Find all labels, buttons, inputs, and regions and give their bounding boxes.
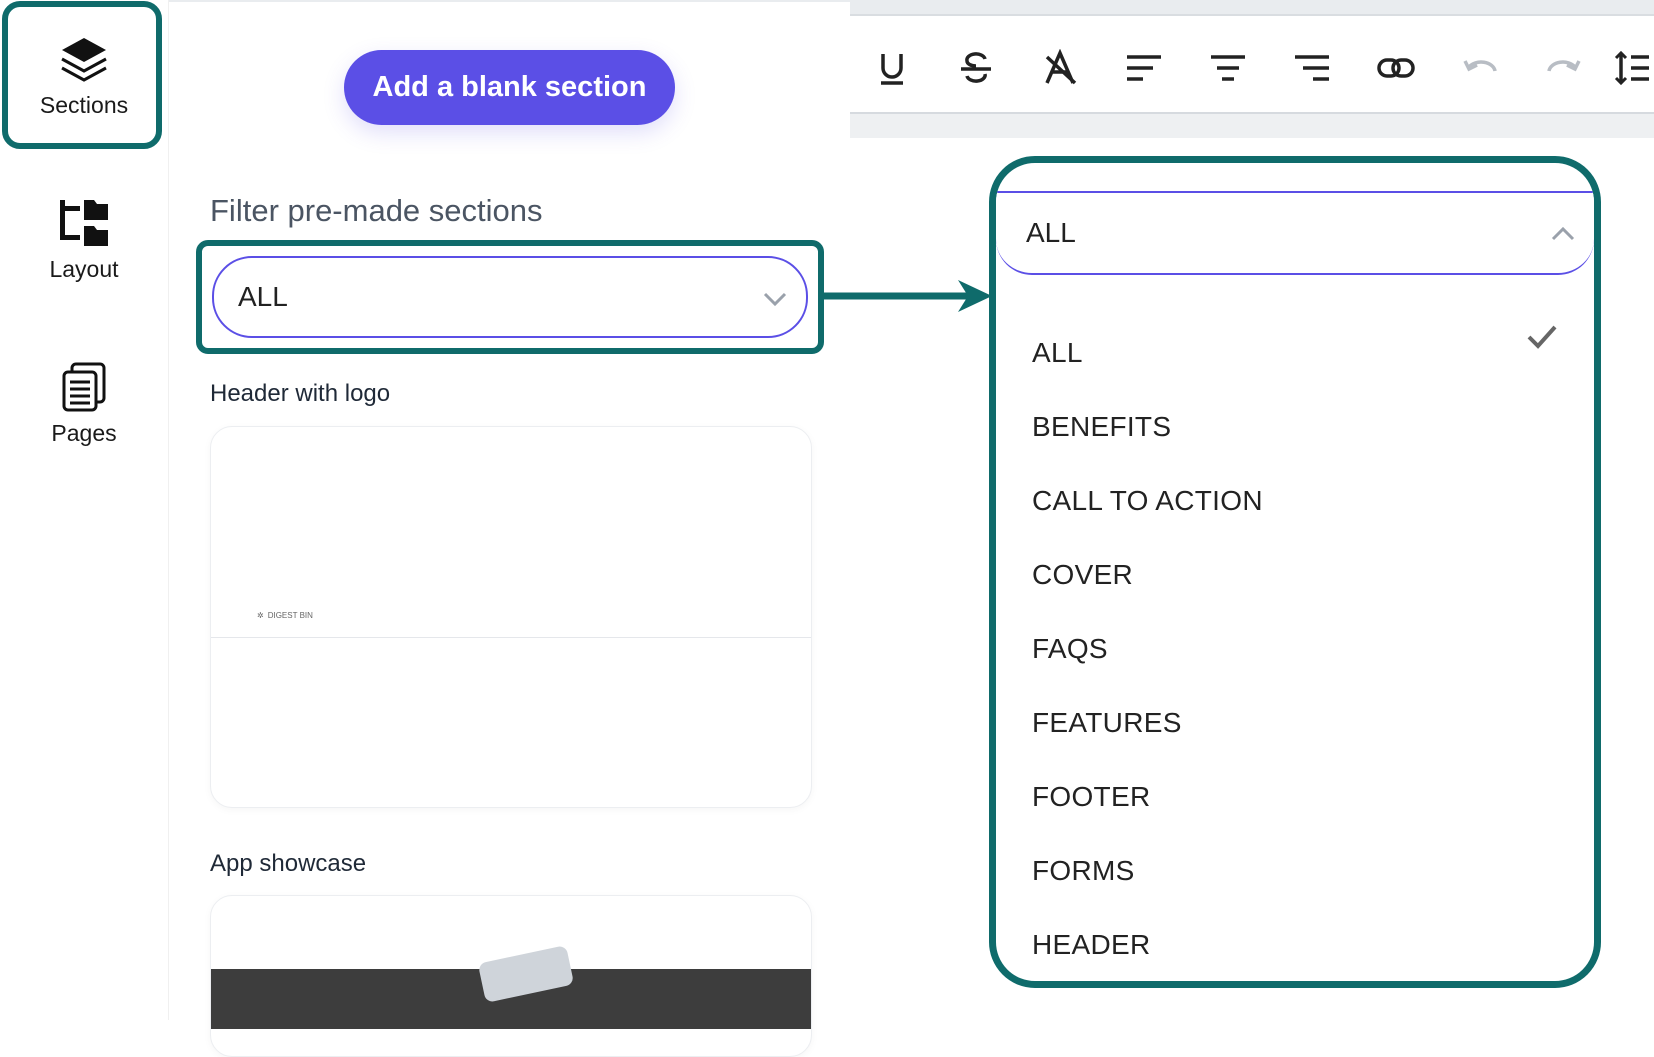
logo-text: DIGEST BIN [267,611,313,620]
divider [169,0,850,2]
strikethrough-button[interactable] [954,46,998,90]
undo-icon [1463,60,1497,72]
line-height-icon [1614,50,1649,86]
rail-item-layout[interactable]: Layout [0,170,168,310]
align-right-icon [1295,55,1329,81]
filter-select-value: ALL [1026,217,1076,248]
link-icon [1377,58,1415,78]
rail-item-label: Pages [51,419,117,446]
underline-button[interactable] [870,46,914,90]
rail-item-sections[interactable]: Sections [0,6,168,146]
checkmark-icon [1527,325,1557,349]
chevron-up-icon [1551,226,1575,241]
card-title: Header with logo [210,380,391,407]
format-toolbar [850,16,1654,112]
chevron-down-icon [763,292,787,307]
dropdown-option[interactable]: FORMS [1032,855,1135,887]
align-center-icon [1211,55,1245,81]
line-height-button[interactable] [1610,46,1654,90]
left-rail: Sections Layout Pages [0,0,169,1020]
dropdown-option[interactable]: ALL [1032,337,1083,369]
align-right-button[interactable] [1290,46,1334,90]
dropdown-option[interactable]: FOOTER [1032,781,1150,813]
strikethrough-icon [961,52,991,83]
rail-item-label: Layout [49,255,119,282]
sections-panel: Add a blank section Filter pre-made sect… [169,0,850,1057]
divider [211,637,811,638]
layers-icon [61,37,107,82]
filter-select[interactable]: ALL [212,256,808,338]
clear-format-icon [1045,49,1077,85]
highlight-frame: ALL ALL BENEFITS CALL TO ACTION COVER FA… [989,156,1601,988]
clear-format-button[interactable] [1038,46,1082,90]
dropdown-option[interactable]: CALL TO ACTION [1032,485,1263,517]
dropdown-option[interactable]: HEADER [1032,929,1151,961]
dropdown-option[interactable]: FEATURES [1032,707,1182,739]
dropdown-option[interactable]: FAQS [1032,633,1108,665]
align-left-icon [1127,55,1161,81]
link-button[interactable] [1374,46,1418,90]
filter-select-open[interactable]: ALL [996,191,1594,275]
logo: ✲ DIGEST BIN [257,611,313,620]
highlight-frame: ALL [196,240,824,354]
toolbar-edge [850,0,1654,16]
arrow-right-icon [818,280,992,312]
dropdown-option[interactable]: BENEFITS [1032,411,1171,443]
filter-label: Filter pre-made sections [210,193,543,228]
sparkle-icon: ✲ [257,611,264,620]
add-blank-section-button[interactable]: Add a blank section [344,50,675,125]
card-title: App showcase [210,850,367,877]
tree-folder-icon [60,199,108,246]
dropdown-option[interactable]: COVER [1032,559,1133,591]
section-card-header-with-logo[interactable]: ✲ DIGEST BIN [210,426,812,808]
align-left-button[interactable] [1122,46,1166,90]
pages-icon [62,362,106,411]
redo-button[interactable] [1542,46,1586,90]
underline-icon [881,54,903,85]
filter-select-value: ALL [238,281,288,312]
rail-item-label: Sections [39,91,129,118]
rail-item-pages[interactable]: Pages [0,334,168,474]
section-card-app-showcase[interactable] [210,895,812,1057]
toolbar-edge [850,112,1654,138]
redo-icon [1547,60,1581,72]
align-center-button[interactable] [1206,46,1250,90]
undo-button[interactable] [1458,46,1502,90]
